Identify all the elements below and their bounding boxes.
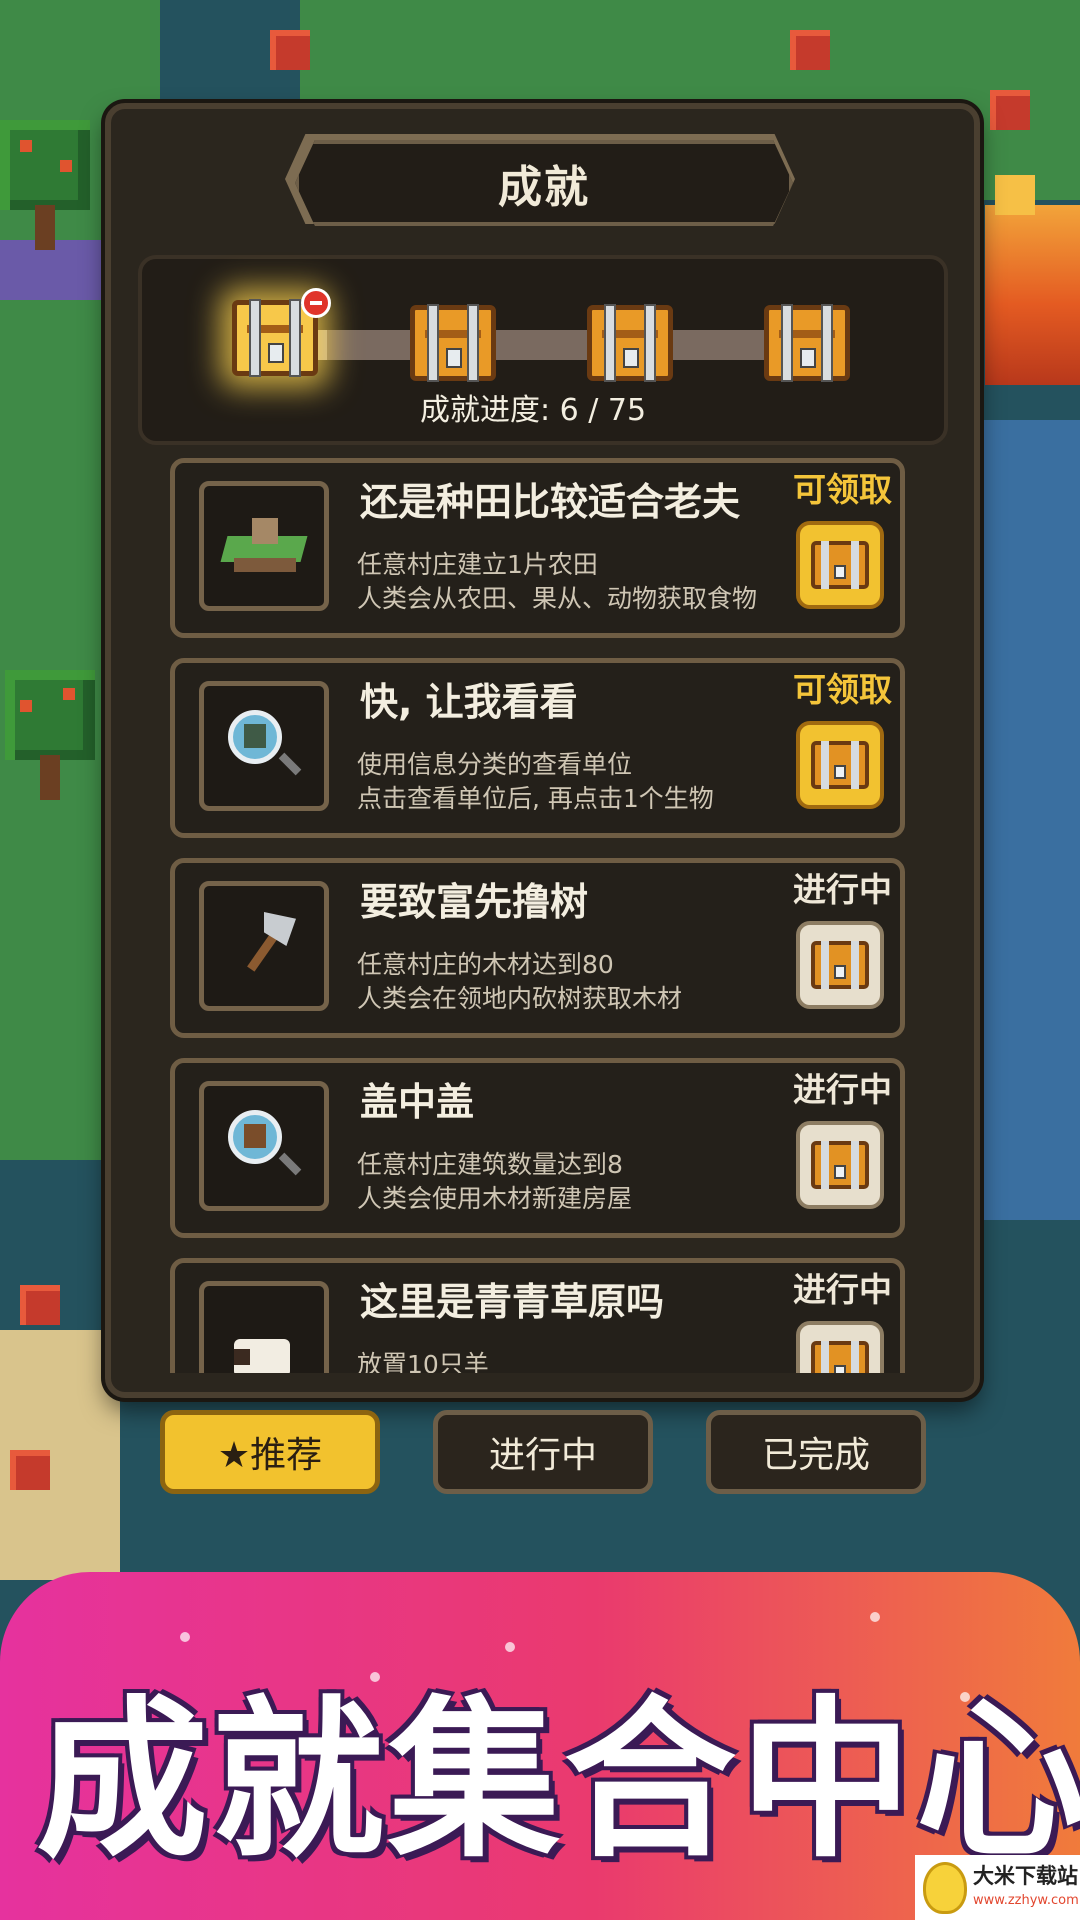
claim-reward-button[interactable] xyxy=(796,521,884,609)
progress-label: 成就进度: 6 / 75 xyxy=(420,393,647,428)
achievement-card: 盖中盖 任意村庄建筑数量达到8 人类会使用木材新建房屋 进行中 xyxy=(170,1058,905,1238)
watermark-name: 大米下载站 xyxy=(973,1864,1078,1888)
achievement-name: 要致富先撸树 xyxy=(360,880,589,924)
achievement-hint: 人类会使用木材新建房屋 xyxy=(357,1184,633,1213)
tab-in-progress[interactable]: 进行中 xyxy=(433,1410,653,1494)
reward-chest-icon xyxy=(811,1341,869,1373)
promo-headline: 成就集合中心 xyxy=(36,1680,1080,1881)
achievement-name: 快, 让我看看 xyxy=(360,680,578,724)
achievement-icon-frame xyxy=(199,481,329,611)
achievement-status: 进行中 xyxy=(793,1070,892,1109)
achievement-list[interactable]: 还是种田比较适合老夫 任意村庄建立1片农田 人类会从农田、果从、动物获取食物 可… xyxy=(138,458,948,1373)
reward-chest-icon xyxy=(811,1141,869,1189)
achievement-name: 这里是青青草原吗 xyxy=(360,1280,665,1324)
achievement-card: 这里是青青草原吗 放置10只羊 进行中 xyxy=(170,1258,905,1373)
achievement-hint: 人类会从农田、果从、动物获取食物 xyxy=(357,584,758,613)
achievement-status: 进行中 xyxy=(793,870,892,909)
achievement-status: 可领取 xyxy=(793,470,892,509)
reward-preview-button[interactable] xyxy=(796,1121,884,1209)
achievement-status: 可领取 xyxy=(793,670,892,709)
farm-island-icon xyxy=(224,518,304,574)
title-banner: 成就 xyxy=(295,140,793,226)
achievement-icon-frame xyxy=(199,1081,329,1211)
achievement-icon-frame xyxy=(199,881,329,1011)
achievement-name: 盖中盖 xyxy=(360,1080,475,1124)
achievement-icon-frame xyxy=(199,681,329,811)
watermark-logo-icon xyxy=(923,1861,967,1914)
achievement-card: 快, 让我看看 使用信息分类的查看单位 点击查看单位后, 再点击1个生物 可领取 xyxy=(170,658,905,838)
claim-reward-button[interactable] xyxy=(796,721,884,809)
reward-preview-button[interactable] xyxy=(796,1321,884,1373)
achievement-goal: 放置10只羊 xyxy=(357,1350,489,1373)
achievement-goal: 任意村庄建筑数量达到8 xyxy=(357,1150,623,1179)
reward-chest-icon xyxy=(811,741,869,789)
achievement-hint: 点击查看单位后, 再点击1个生物 xyxy=(357,784,714,813)
achievement-icon-frame xyxy=(199,1281,329,1373)
achievement-goal: 任意村庄的木材达到80 xyxy=(357,950,614,979)
panel-title: 成就 xyxy=(498,162,590,213)
reward-chest-icon xyxy=(811,941,869,989)
tab-recommended[interactable]: ★推荐 xyxy=(160,1410,380,1494)
achievement-card: 要致富先撸树 任意村庄的木材达到80 人类会在领地内砍树获取木材 进行中 xyxy=(170,858,905,1038)
tab-completed[interactable]: 已完成 xyxy=(706,1410,926,1494)
watermark-url: www.zzhyw.com xyxy=(973,1893,1079,1908)
site-watermark: 大米下载站 www.zzhyw.com xyxy=(915,1855,1080,1920)
milestone-chest-3-icon[interactable] xyxy=(587,304,673,382)
magnifier-builder-icon xyxy=(228,1110,300,1182)
achievement-goal: 任意村庄建立1片农田 xyxy=(357,550,598,579)
reward-chest-icon xyxy=(811,541,869,589)
axe-icon xyxy=(224,906,304,986)
notification-badge xyxy=(301,288,331,318)
milestone-chest-4-icon[interactable] xyxy=(764,304,850,382)
achievement-status: 进行中 xyxy=(793,1270,892,1309)
milestone-chest-2-icon[interactable] xyxy=(410,304,496,382)
magnifier-icon xyxy=(228,710,300,782)
achievement-card: 还是种田比较适合老夫 任意村庄建立1片农田 人类会从农田、果从、动物获取食物 可… xyxy=(170,458,905,638)
achievement-goal: 使用信息分类的查看单位 xyxy=(357,750,633,779)
sheep-icon xyxy=(234,1339,294,1373)
achievement-hint: 人类会在领地内砍树获取木材 xyxy=(357,984,683,1013)
reward-preview-button[interactable] xyxy=(796,921,884,1009)
progress-track xyxy=(285,330,815,360)
achievement-name: 还是种田比较适合老夫 xyxy=(360,480,741,524)
